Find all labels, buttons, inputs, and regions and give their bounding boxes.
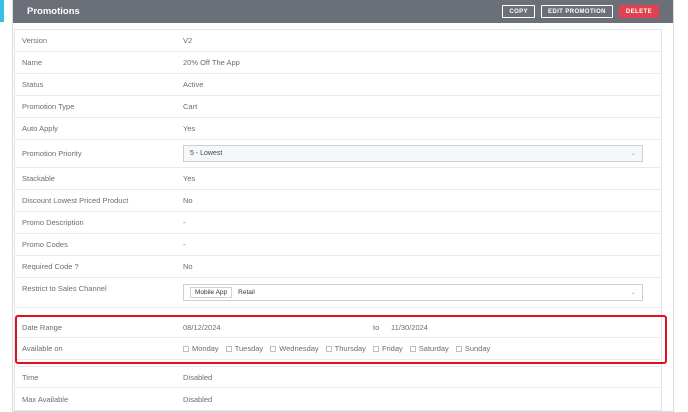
promotion-details-table: Version V2 Name 20% Off The App Status A…: [14, 29, 662, 411]
row-label: Promo Description: [22, 218, 84, 227]
row-time: Time Disabled: [15, 366, 661, 388]
checkbox[interactable]: [325, 345, 332, 352]
date-to-label: to: [373, 322, 380, 332]
day-friday[interactable]: Friday: [372, 344, 403, 353]
day-sunday[interactable]: Sunday: [455, 344, 491, 353]
day-label: Thursday: [334, 344, 366, 353]
day-label: Sunday: [464, 344, 491, 353]
checkbox[interactable]: [455, 345, 462, 352]
row-label: Discount Lowest Priced Product: [22, 196, 129, 205]
day-thursday[interactable]: Thursday: [325, 344, 366, 353]
day-label: Wednesday: [279, 344, 319, 353]
row-label: Max Available: [22, 394, 69, 404]
row-max-available: Max Available Disabled: [15, 388, 661, 410]
row-auto-apply: Auto Apply Yes: [15, 118, 661, 140]
row-label: Version: [22, 36, 48, 45]
header-actions: COPY EDIT PROMOTION DELETE: [502, 5, 659, 18]
day-label: Monday: [192, 344, 219, 353]
row-value: 5 - Lowest ⌄: [183, 145, 661, 162]
checkbox[interactable]: [270, 345, 277, 352]
row-stackable: Stackable Yes: [15, 168, 661, 190]
row-label: Required Code ?: [22, 262, 79, 271]
chevron-down-icon: ⌄: [630, 290, 636, 296]
day-tuesday[interactable]: Tuesday: [225, 344, 264, 353]
day-wednesday[interactable]: Wednesday: [270, 344, 319, 353]
row-label: Date Range: [22, 322, 63, 332]
copy-button[interactable]: COPY: [502, 5, 535, 18]
row-value: 08/12/2024 to 11/30/2024: [183, 323, 661, 332]
row-label: Stackable: [22, 174, 55, 183]
row-version: Version V2: [15, 30, 661, 52]
panel-header: Promotions COPY EDIT PROMOTION DELETE: [13, 0, 673, 23]
priority-select-value: 5 - Lowest: [190, 150, 223, 157]
row-status: Status Active: [15, 74, 661, 96]
row-sales-channel: Restrict to Sales Channel Mobile App Ret…: [15, 278, 661, 308]
row-required-code: Required Code ? No: [15, 256, 661, 278]
row-available-on: Available on Monday Tuesday Wednesday Th…: [15, 338, 661, 360]
row-label: Promotion Priority: [22, 149, 82, 158]
row-value: Disabled: [183, 372, 213, 382]
row-value: Cart: [183, 102, 198, 111]
row-value: -: [183, 240, 186, 249]
tag-retail[interactable]: Retail: [234, 288, 259, 297]
sales-channel-tags: Mobile App Retail: [190, 287, 261, 298]
page-title: Promotions: [27, 6, 80, 17]
row-label: Promotion Type: [22, 102, 75, 111]
checkbox[interactable]: [372, 345, 379, 352]
chevron-down-icon: ⌄: [630, 151, 636, 157]
row-promotion-priority: Promotion Priority 5 - Lowest ⌄: [15, 140, 661, 168]
checkbox[interactable]: [183, 345, 189, 352]
row-promo-codes: Promo Codes -: [15, 234, 661, 256]
row-label: Auto Apply: [22, 124, 58, 133]
delete-button[interactable]: DELETE: [618, 5, 659, 18]
tag-mobile-app[interactable]: Mobile App: [190, 287, 233, 298]
checkbox[interactable]: [409, 345, 416, 352]
row-value: No: [183, 196, 193, 205]
priority-select[interactable]: 5 - Lowest ⌄: [183, 145, 643, 162]
day-label: Friday: [381, 344, 403, 353]
row-label: Status: [22, 80, 44, 89]
date-to: 11/30/2024: [391, 322, 428, 332]
day-saturday[interactable]: Saturday: [409, 344, 449, 353]
row-value: Yes: [183, 174, 196, 183]
row-value: Active: [183, 80, 204, 89]
row-label: Name: [22, 58, 43, 67]
row-value: Mobile App Retail ⌄: [183, 284, 661, 301]
row-value: Monday Tuesday Wednesday Thursday Friday…: [183, 344, 661, 353]
row-value: Disabled: [183, 394, 213, 404]
sales-channel-select[interactable]: Mobile App Retail ⌄: [183, 284, 643, 301]
row-value: -: [183, 218, 186, 227]
edit-promotion-button[interactable]: EDIT PROMOTION: [540, 5, 613, 18]
row-label: Available on: [22, 344, 63, 353]
row-promo-description: Promo Description -: [15, 212, 661, 234]
row-label: Promo Codes: [22, 240, 68, 249]
checkbox[interactable]: [225, 345, 232, 352]
row-date-range: Date Range 08/12/2024 to 11/30/2024: [15, 316, 661, 338]
left-accent-bar: [0, 0, 4, 22]
row-value: Yes: [183, 124, 196, 133]
row-discount-lowest: Discount Lowest Priced Product No: [15, 190, 661, 212]
day-monday[interactable]: Monday: [183, 344, 219, 353]
day-label: Saturday: [418, 344, 449, 353]
row-promotion-type: Promotion Type Cart: [15, 96, 661, 118]
row-value: 20% Off The App: [183, 58, 240, 67]
day-label: Tuesday: [234, 344, 264, 353]
row-value: V2: [183, 36, 193, 45]
date-from: 08/12/2024: [183, 322, 221, 332]
row-name: Name 20% Off The App: [15, 52, 661, 74]
row-label: Time: [22, 372, 39, 382]
row-value: No: [183, 262, 193, 271]
row-label: Restrict to Sales Channel: [22, 284, 107, 293]
